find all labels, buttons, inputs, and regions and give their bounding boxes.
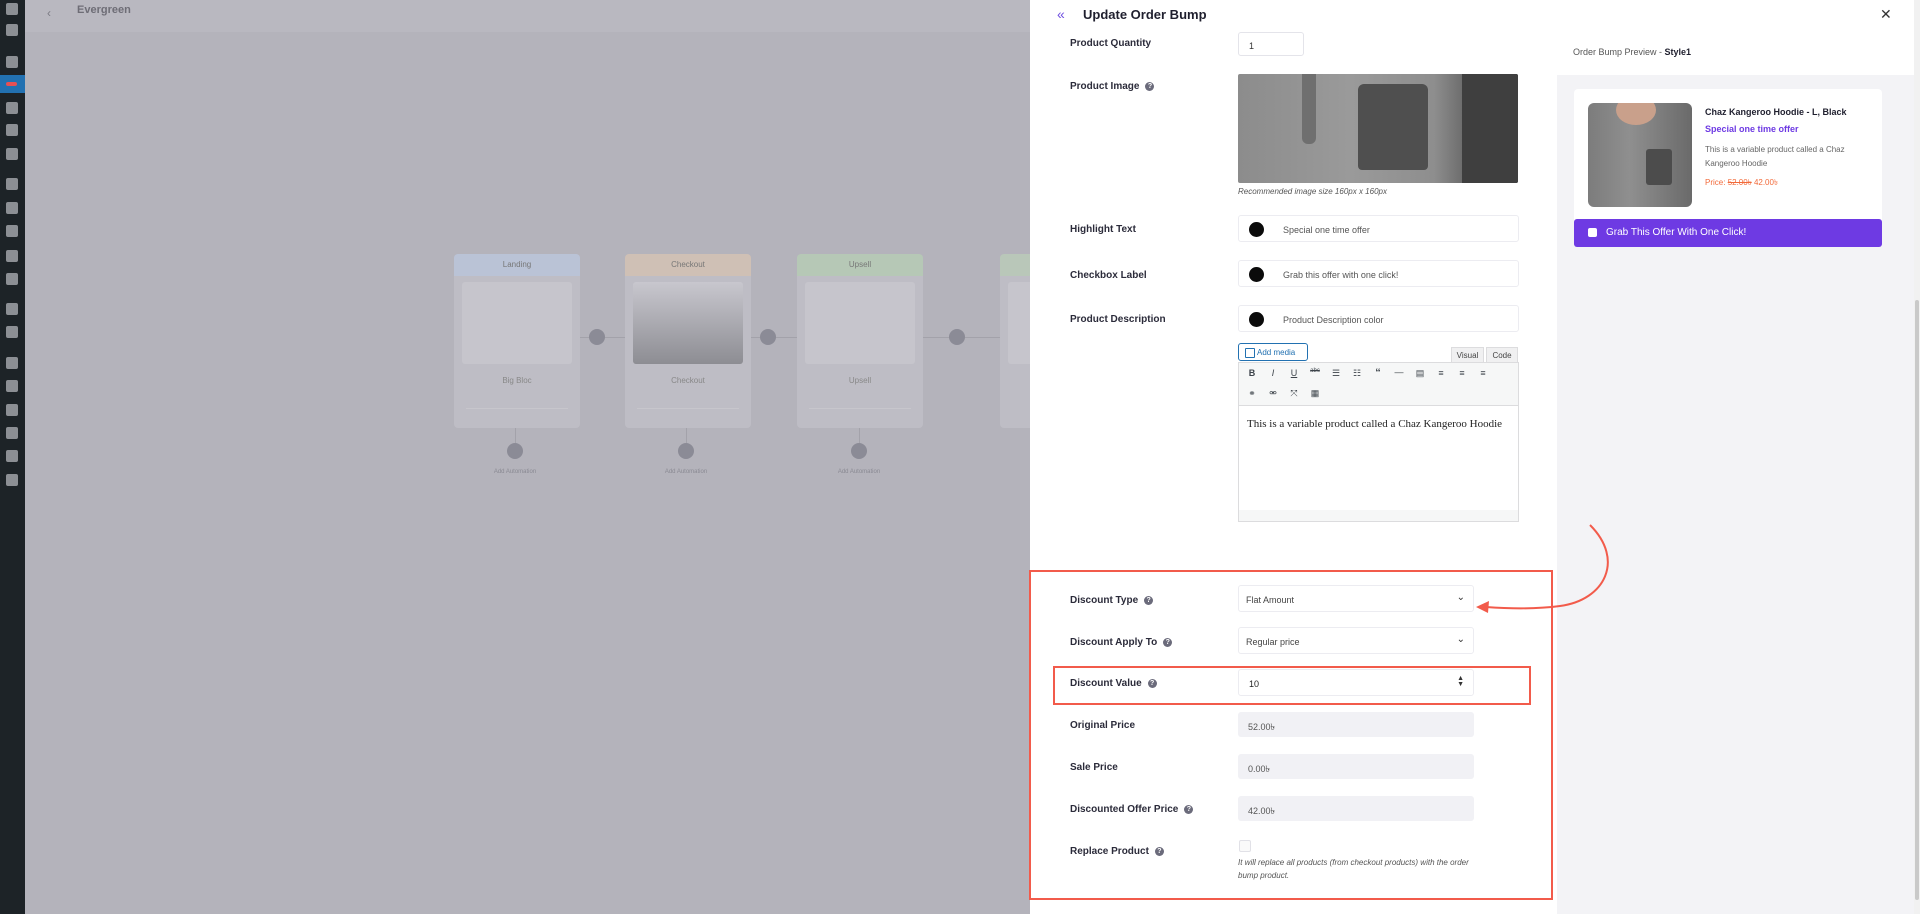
annotation-arrow — [1476, 524, 1609, 613]
annotation-arrow-line — [1485, 524, 1609, 610]
annotation-arrow-head — [1476, 601, 1489, 613]
